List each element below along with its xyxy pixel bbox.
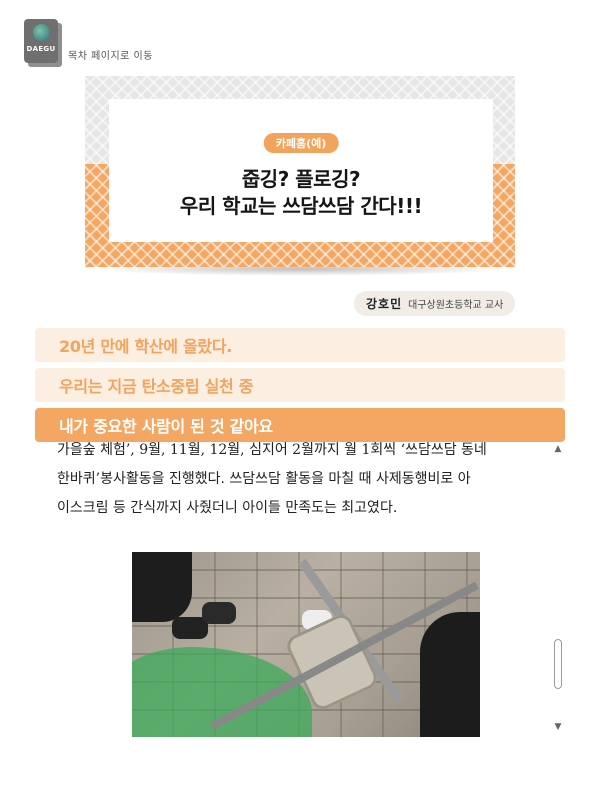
content-scrollbar[interactable]: ▲ ▼ — [551, 443, 565, 733]
section-header-label: 20년 만에 학산에 올랐다. — [59, 337, 233, 356]
article-photo — [132, 552, 480, 737]
toc-link[interactable]: DAEGU 목차 페이지로 이동 — [24, 18, 153, 68]
banner-title-line1: 줍깅? 플로깅? — [241, 167, 361, 191]
article-banner: 카페홈(예) 줍깅? 플로깅? 우리 학교는 쓰담쓰담 간다!!! — [85, 76, 515, 267]
brand-label: DAEGU — [26, 45, 56, 53]
toc-link-label[interactable]: 목차 페이지로 이동 — [68, 47, 153, 62]
author-badge: 강호민 대구상원초등학교 교사 — [354, 291, 516, 316]
banner-card: 카페홈(예) 줍깅? 플로깅? 우리 학교는 쓰담쓰담 간다!!! — [109, 99, 493, 242]
globe-icon — [33, 24, 50, 41]
article-body: 가을숲 체험’, 9월, 11월, 12월, 심지어 2월까지 월 1회씩 ‘쓰… — [57, 436, 537, 521]
section-header-label: 우리는 지금 탄소중립 실천 중 — [59, 377, 254, 396]
section-header-1[interactable]: 20년 만에 학산에 올랐다. — [35, 328, 565, 362]
scroll-up-arrow-icon[interactable]: ▲ — [551, 443, 565, 455]
body-line: 가을숲 체험’, 9월, 11월, 12월, 심지어 2월까지 월 1회씩 ‘쓰… — [57, 442, 487, 458]
magazine-book-icon[interactable]: DAEGU — [24, 19, 62, 67]
section-header-2[interactable]: 우리는 지금 탄소중립 실천 중 — [35, 368, 565, 402]
banner-tag: 카페홈(예) — [263, 133, 339, 153]
author-name: 강호민 — [366, 297, 403, 311]
body-line: 한바퀴’봉사활동을 진행했다. 쓰담쓰담 활동을 마칠 때 사제동행비로 아 — [57, 471, 471, 487]
banner-title-line2: 우리 학교는 쓰담쓰담 간다!!! — [179, 194, 423, 218]
scroll-thumb[interactable] — [554, 639, 562, 689]
author-school: 대구상원초등학교 교사 — [408, 300, 504, 311]
scroll-down-arrow-icon[interactable]: ▼ — [551, 721, 565, 733]
section-header-label: 내가 중요한 사람이 된 것 같아요 — [59, 417, 273, 436]
body-line: 이스크림 등 간식까지 사줬더니 아이들 만족도는 최고였다. — [57, 500, 398, 516]
